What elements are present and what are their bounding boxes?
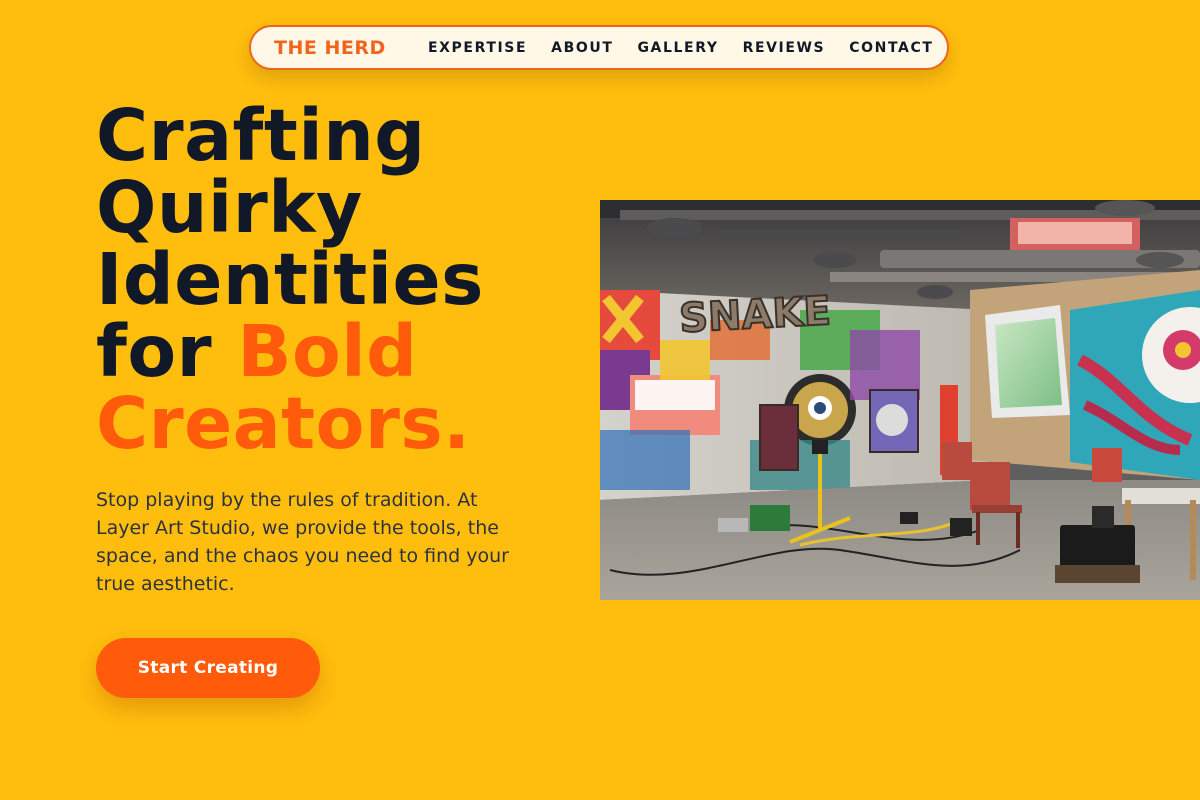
hero-subtext: Stop playing by the rules of tradition. … bbox=[96, 489, 509, 595]
nav-link-reviews[interactable]: REVIEWS bbox=[743, 40, 826, 56]
graffiti-tag-text: SNAKE bbox=[678, 288, 832, 342]
nav-link-expertise[interactable]: EXPERTISE bbox=[428, 40, 527, 56]
nav-links: EXPERTISE ABOUT GALLERY REVIEWS CONTACT bbox=[428, 40, 933, 56]
headline-line-3: Identities bbox=[96, 238, 484, 321]
studio-photo: SNAKE bbox=[600, 200, 1200, 600]
headline-line-4: for bbox=[96, 310, 213, 393]
nav-link-about[interactable]: ABOUT bbox=[551, 40, 613, 56]
nav-link-contact[interactable]: CONTACT bbox=[849, 40, 933, 56]
headline-line-1: Crafting bbox=[96, 94, 426, 177]
headline-accent-creators: Creators. bbox=[96, 382, 471, 465]
start-creating-button[interactable]: Start Creating bbox=[96, 638, 320, 698]
headline-accent-bold: Bold bbox=[237, 310, 418, 393]
top-nav-bar: THE HERD EXPERTISE ABOUT GALLERY REVIEWS… bbox=[249, 25, 949, 70]
hero-headline: Crafting Quirky Identities for Bold Creators… bbox=[96, 100, 576, 460]
headline-line-2: Quirky bbox=[96, 166, 363, 249]
brand-logo-link[interactable]: THE HERD bbox=[274, 37, 386, 59]
nav-link-gallery[interactable]: GALLERY bbox=[637, 40, 718, 56]
